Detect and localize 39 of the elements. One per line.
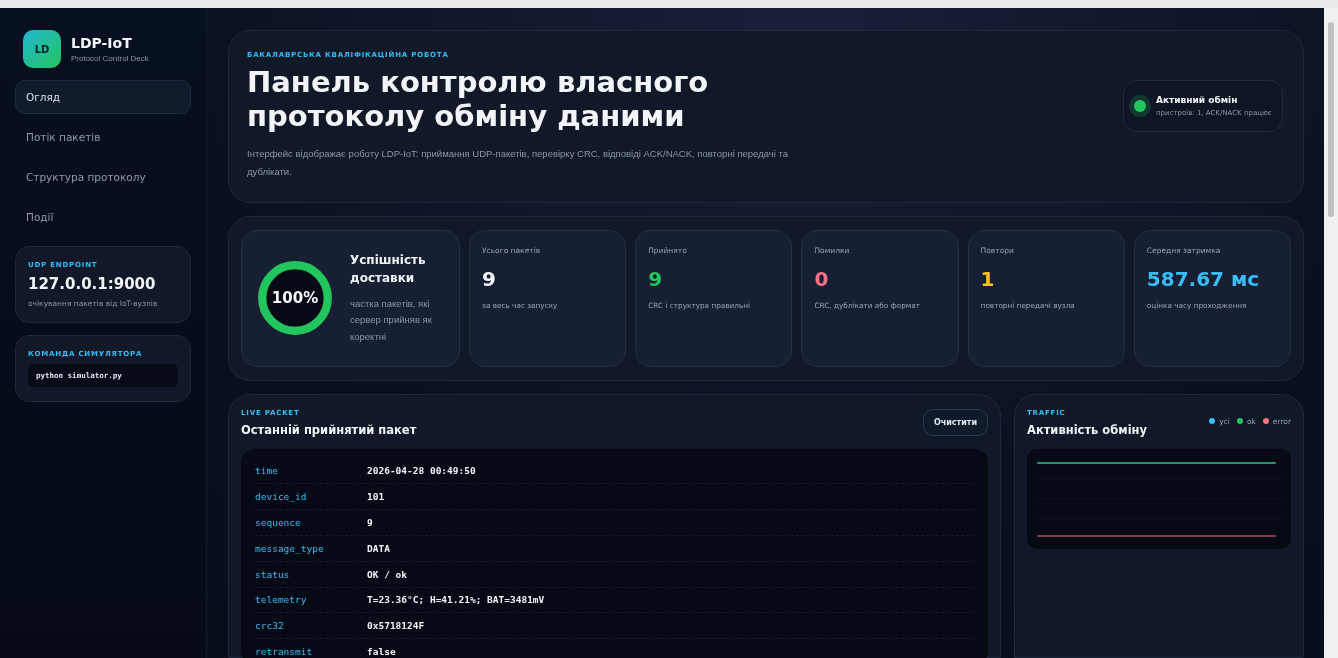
endpoint-address: 127.0.0.1:9000 <box>28 275 157 293</box>
field-value: T=23.36°C; H=41.21%; BAT=3481mV <box>367 594 545 606</box>
stat-value: 1 <box>980 266 996 291</box>
field-key: retransmit <box>255 646 367 657</box>
panel-title: Останній прийнятий пакет <box>241 422 417 437</box>
app-subtitle: Protocol Control Deck <box>71 54 149 63</box>
field-value: OK / ok <box>367 568 408 580</box>
field-key: crc32 <box>255 620 367 632</box>
field-key: message_type <box>255 542 367 554</box>
field-value: 101 <box>367 491 385 503</box>
stat-value: 9 <box>648 266 664 291</box>
stat-value: 0 <box>814 266 830 291</box>
field-value: 2026-04-28 00:49:50 <box>367 465 476 477</box>
stat-value: 9 <box>482 266 497 291</box>
field-value: 9 <box>367 517 373 528</box>
success-title: Успішність доставки <box>350 251 427 287</box>
field-key: device_id <box>255 491 367 503</box>
scrollbar[interactable] <box>1324 8 1338 658</box>
field-key: status <box>255 568 367 580</box>
nav-item[interactable]: Потік пакетів <box>15 120 191 154</box>
field-key: telemetry <box>255 594 367 606</box>
field-value: 0x5718124F <box>367 620 425 632</box>
field-key: sequence <box>255 517 367 528</box>
page-description: Інтерфейс відображає роботу LDP-IoT: приймання UDP-пакетів, перевірку CRC, відповіді ACK/NACK, повторні передачі та дублікати. <box>247 147 789 180</box>
field-value: DATA <box>367 542 390 554</box>
nav-item[interactable]: Події <box>15 200 191 234</box>
app-name: LDP-IoT <box>71 35 133 51</box>
nav-item[interactable]: Структура протоколу <box>15 160 191 194</box>
panel-title: Активність обміну <box>1027 422 1148 437</box>
ring-percentage: 100% <box>271 289 319 308</box>
nav-item[interactable]: Огляд <box>15 80 191 114</box>
field-value: false <box>367 646 396 657</box>
logo-badge: LD <box>23 30 61 68</box>
page-title: Панель контролю власного протоколу обміну даними <box>247 65 710 134</box>
status-title: Активний обмін <box>1156 95 1239 106</box>
clear-button[interactable]: Очистити <box>922 408 988 436</box>
success-note: частка пакетів, які сервер прийняв як коректні <box>350 296 433 344</box>
stat-value: 587.67 мс <box>1146 266 1261 291</box>
field-key: time <box>255 465 367 477</box>
